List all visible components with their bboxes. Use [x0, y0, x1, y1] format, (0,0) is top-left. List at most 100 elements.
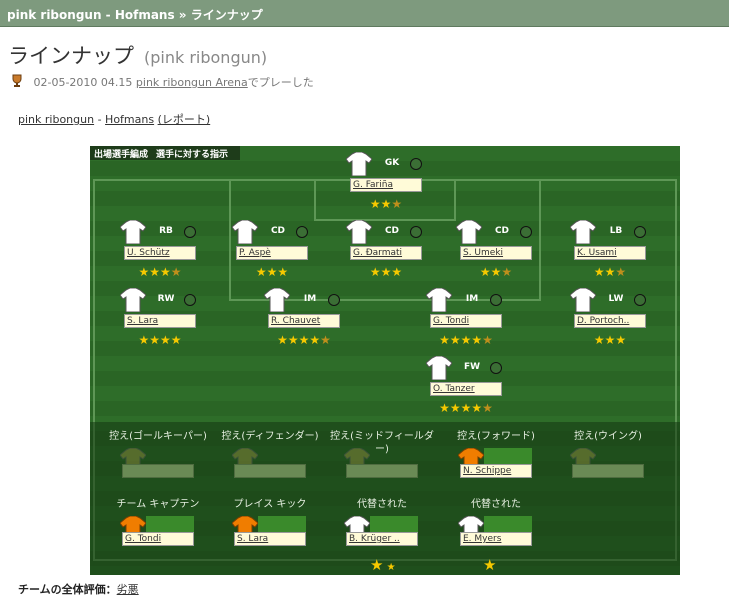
page-subtitle: (pink ribongun) — [144, 48, 268, 67]
player-rating-stars: ★★★★★ — [439, 401, 493, 415]
bench-slot[interactable]: S. Lara — [230, 515, 310, 556]
bench-slot[interactable]: B. Krüger .. — [342, 515, 422, 556]
player-name[interactable]: G. Fariña — [350, 178, 422, 192]
position-label: CD — [494, 226, 510, 236]
shirt-icon — [455, 219, 483, 245]
shirt-icon — [345, 151, 373, 177]
player-rating-stars: ★★★ — [593, 333, 627, 347]
shirt-icon — [119, 287, 147, 313]
empty-slot — [346, 464, 418, 478]
bench-bar — [370, 516, 418, 533]
shirt-icon — [425, 287, 453, 313]
team-rating: チームの全体評価：劣悪 — [18, 581, 139, 597]
match-meta: 02-05-2010 04.15 pink ribongun Arenaでプレー… — [10, 74, 314, 90]
home-team-link[interactable]: pink ribongun — [18, 113, 94, 126]
player-slot[interactable]: LW D. Portoch.. ★★★ — [569, 287, 650, 352]
teams-separator: - — [94, 113, 106, 126]
position-label: LW — [608, 294, 624, 304]
arena-link[interactable]: pink ribongun Arena — [136, 76, 248, 89]
bench-player-name[interactable]: N. Schippe — [460, 464, 532, 478]
player-name[interactable]: P. Aspè — [236, 246, 308, 260]
player-slot[interactable]: GK G. Fariña ★★★ — [345, 151, 426, 216]
player-name[interactable]: G. Đarmati — [350, 246, 422, 260]
shirt-icon — [569, 219, 597, 245]
player-status-icon[interactable] — [490, 294, 502, 306]
bench-slot[interactable]: G. Tondi — [118, 515, 198, 556]
bench-slot[interactable] — [342, 447, 422, 488]
rating-label: チームの全体評価： — [18, 583, 117, 596]
player-slot[interactable]: CD P. Aspè ★★★ — [231, 219, 312, 284]
player-status-icon[interactable] — [520, 226, 532, 238]
report-link[interactable]: (レポート) — [158, 113, 211, 126]
bench-label: 控え(ゴールキーパー) — [109, 431, 207, 442]
field-tabs: 出場選手編成 選手に対する指示 — [90, 146, 241, 160]
page-title: ラインナップ (pink ribongun) — [8, 40, 267, 70]
player-status-icon[interactable] — [296, 226, 308, 238]
bench-bar — [146, 516, 194, 533]
player-slot[interactable]: CD S. Umeki ★★★ — [455, 219, 536, 284]
player-slot[interactable]: CD G. Đarmati ★★★ — [345, 219, 426, 284]
player-status-icon[interactable] — [490, 362, 502, 374]
player-status-icon[interactable] — [634, 294, 646, 306]
bench-label: チーム キャプテン — [116, 499, 200, 510]
player-slot[interactable]: RB U. Schütz ★★★★ — [119, 219, 200, 284]
position-label: IM — [303, 294, 317, 304]
player-rating-stars: ★★★★ — [138, 333, 182, 347]
player-name[interactable]: S. Lara — [124, 314, 196, 328]
player-status-icon[interactable] — [634, 226, 646, 238]
shirt-icon — [119, 219, 147, 245]
player-name[interactable]: D. Portoch.. — [574, 314, 646, 328]
player-status-icon[interactable] — [410, 158, 422, 170]
shirt-icon — [263, 287, 291, 313]
player-rating-stars: ★★★★ — [138, 265, 182, 279]
bench-slot[interactable]: N. Schippe — [456, 447, 536, 488]
player-slot[interactable]: FW O. Tanzer ★★★★★ — [425, 355, 506, 420]
player-slot[interactable]: LB K. Usami ★★★ — [569, 219, 650, 284]
player-status-icon[interactable] — [328, 294, 340, 306]
player-name[interactable]: G. Tondi — [430, 314, 502, 328]
player-name[interactable]: U. Schütz — [124, 246, 196, 260]
breadcrumb: pink ribongun - Hofmans » ラインナップ — [7, 8, 263, 22]
shirt-icon — [345, 219, 373, 245]
position-label: RB — [159, 226, 173, 236]
bench-slot[interactable] — [230, 447, 310, 488]
player-slot[interactable]: RW S. Lara ★★★★ — [119, 287, 200, 352]
bench-label: 代替された — [471, 499, 521, 510]
player-name[interactable]: O. Tanzer — [430, 382, 502, 396]
bench-label: 控え(フォワード) — [457, 431, 535, 442]
bench-label: プレイス キック — [233, 499, 307, 510]
tab-lineup[interactable]: 出場選手編成 — [94, 150, 148, 160]
player-rating-stars: ★★★ — [369, 265, 403, 279]
trophy-icon — [12, 74, 22, 87]
player-status-icon[interactable] — [184, 294, 196, 306]
player-slot[interactable]: IM G. Tondi ★★★★★ — [425, 287, 506, 352]
tab-instructions[interactable]: 選手に対する指示 — [156, 150, 228, 160]
bench-slot[interactable] — [568, 447, 648, 488]
bench-player-name[interactable]: B. Krüger .. — [346, 532, 418, 546]
shirt-icon — [569, 287, 597, 313]
bench-slot[interactable]: E. Myers — [456, 515, 536, 556]
header-bar: pink ribongun - Hofmans » ラインナップ — [0, 0, 729, 27]
bench-label: 代替された — [357, 499, 407, 510]
bench-player-name[interactable]: S. Lara — [234, 532, 306, 546]
player-name[interactable]: K. Usami — [574, 246, 646, 260]
match-datetime: 02-05-2010 04.15 — [33, 76, 133, 89]
player-slot[interactable]: IM R. Chauvet ★★★★★ — [263, 287, 344, 352]
bench-player-name[interactable]: G. Tondi — [122, 532, 194, 546]
empty-slot — [234, 464, 306, 478]
player-status-icon[interactable] — [410, 226, 422, 238]
position-label: IM — [465, 294, 479, 304]
player-name[interactable]: S. Umeki — [460, 246, 532, 260]
bench-player-name[interactable]: E. Myers — [460, 532, 532, 546]
rating-value[interactable]: 劣悪 — [117, 583, 139, 596]
position-label: LB — [609, 226, 623, 236]
bench-slot[interactable] — [118, 447, 198, 488]
bench-bar — [484, 516, 532, 533]
player-rating-stars: ★★★ — [593, 265, 627, 279]
position-label: FW — [463, 362, 481, 372]
player-status-icon[interactable] — [184, 226, 196, 238]
empty-slot — [122, 464, 194, 478]
away-team-link[interactable]: Hofmans — [105, 113, 154, 126]
shirt-icon — [425, 355, 453, 381]
player-name[interactable]: R. Chauvet — [268, 314, 340, 328]
